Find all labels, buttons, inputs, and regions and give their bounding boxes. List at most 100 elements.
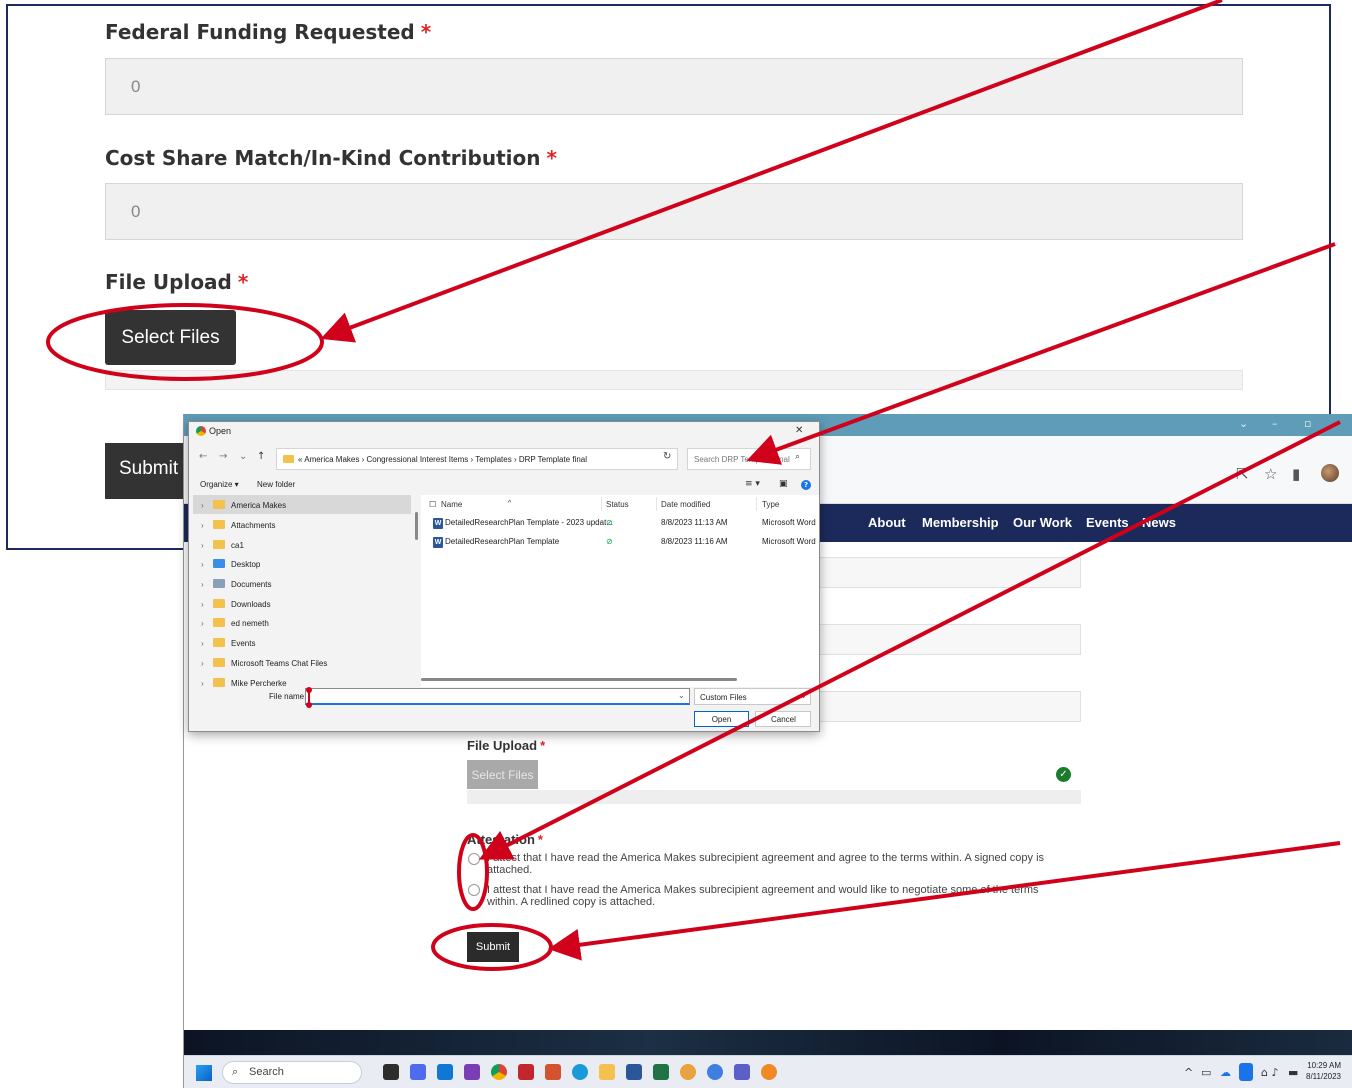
column-date-modified[interactable]: Date modified: [661, 495, 710, 513]
nav-our-work[interactable]: Our Work: [1013, 515, 1072, 530]
windows-taskbar: Search ⌕ ^ ▭ ☁ ⌂ ♪ ▬ 10:29 AM 8/11/2023: [184, 1055, 1352, 1088]
star-icon[interactable]: ☆: [1264, 465, 1277, 483]
search-icon: ⌕: [795, 452, 801, 462]
teams-icon[interactable]: [734, 1064, 750, 1080]
folder-icon: [213, 618, 225, 627]
chevron-right-icon: ›: [201, 560, 204, 569]
close-icon[interactable]: ✕: [795, 425, 803, 436]
taskbar-search[interactable]: Search: [222, 1061, 362, 1084]
file-name-label: File name:: [269, 692, 307, 701]
file-type: Microsoft Word: [762, 537, 816, 546]
file-type-select[interactable]: Custom Files: [694, 688, 811, 705]
folder-icon: [213, 540, 225, 549]
tree-item-desktop[interactable]: › Desktop: [193, 554, 411, 573]
network-volume-icon[interactable]: ⌂ ♪: [1261, 1066, 1279, 1079]
maximize-icon[interactable]: ▫: [1304, 417, 1311, 430]
tree-scrollbar[interactable]: [415, 512, 418, 540]
chrome-profile-icon[interactable]: [680, 1064, 696, 1080]
app-icon[interactable]: [707, 1064, 723, 1080]
microphone-icon[interactable]: [1239, 1063, 1253, 1081]
sidepanel-icon[interactable]: ▮: [1292, 465, 1300, 483]
task-view-icon[interactable]: [383, 1064, 399, 1080]
edge-icon[interactable]: [572, 1064, 588, 1080]
submit-button[interactable]: Submit: [467, 932, 519, 962]
column-name[interactable]: Name: [441, 495, 462, 513]
dialog-title-bar: Open ✕: [189, 422, 819, 440]
onedrive-icon[interactable]: ☁: [1220, 1066, 1231, 1079]
chevron-down-icon[interactable]: ⌄: [678, 691, 685, 700]
word-icon[interactable]: [626, 1064, 642, 1080]
chat-icon[interactable]: [410, 1064, 426, 1080]
outlook-icon[interactable]: [437, 1064, 453, 1080]
onenote-icon[interactable]: [464, 1064, 480, 1080]
federal-funding-label: Federal Funding Requested *: [105, 20, 432, 44]
select-files-button[interactable]: Select Files: [105, 310, 236, 365]
cancel-button[interactable]: Cancel: [755, 711, 811, 727]
forward-icon[interactable]: →: [219, 451, 227, 462]
chevron-down-icon[interactable]: ⌄: [800, 691, 807, 700]
preview-pane-icon[interactable]: ▣: [779, 479, 788, 489]
tree-item-teams-chat-files[interactable]: › Microsoft Teams Chat Files: [193, 653, 411, 672]
share-icon[interactable]: ⇱: [1236, 465, 1249, 483]
dialog-breadcrumb[interactable]: « America Makes › Congressional Interest…: [276, 448, 678, 470]
tree-item-label: Attachments: [231, 521, 276, 530]
tree-item-attachments[interactable]: › Attachments: [193, 515, 411, 534]
nav-news[interactable]: News: [1142, 515, 1176, 530]
tray-monitor-icon[interactable]: ▭: [1201, 1066, 1211, 1079]
column-type[interactable]: Type: [762, 495, 779, 513]
back-icon[interactable]: ←: [199, 451, 207, 462]
folder-icon: [213, 520, 225, 529]
file-name: DetailedResearchPlan Template - 2023 upd…: [445, 518, 613, 527]
column-separator: [756, 497, 757, 511]
attest-radio-agree[interactable]: [468, 853, 480, 865]
cost-share-input[interactable]: 0: [105, 183, 1243, 240]
tree-item-america-makes[interactable]: › America Makes: [193, 495, 411, 514]
file-explorer-icon[interactable]: [599, 1064, 615, 1080]
tree-item-events[interactable]: › Events: [193, 633, 411, 652]
chevron-down-icon[interactable]: ⌄: [1239, 417, 1248, 430]
file-row[interactable]: W DetailedResearchPlan Template ⊘ 8/8/20…: [431, 532, 817, 550]
breadcrumb-path: « America Makes › Congressional Interest…: [298, 455, 588, 464]
nav-membership[interactable]: Membership: [922, 515, 999, 530]
nav-events[interactable]: Events: [1086, 515, 1129, 530]
up-arrow-icon[interactable]: ↑: [257, 451, 265, 462]
file-name-input[interactable]: [305, 688, 690, 705]
chrome-icon[interactable]: [491, 1064, 507, 1080]
profile-avatar[interactable]: [1321, 464, 1339, 482]
tree-item-documents[interactable]: › Documents: [193, 574, 411, 593]
tree-item-label: Desktop: [231, 560, 261, 569]
open-button[interactable]: Open: [694, 711, 749, 727]
federal-funding-input[interactable]: 0: [105, 58, 1243, 115]
file-row[interactable]: W DetailedResearchPlan Template - 2023 u…: [431, 513, 817, 531]
app-icon[interactable]: [761, 1064, 777, 1080]
tree-item-ca1[interactable]: › ca1: [193, 535, 411, 554]
view-options-icon[interactable]: ≡ ▾: [745, 479, 760, 489]
column-status[interactable]: Status: [606, 495, 629, 513]
select-files-button-disabled[interactable]: Select Files: [467, 760, 538, 789]
powerpoint-icon[interactable]: [545, 1064, 561, 1080]
folder-icon: [213, 678, 225, 687]
organize-button[interactable]: Organize ▾: [200, 480, 239, 489]
acrobat-icon[interactable]: [518, 1064, 534, 1080]
minimize-icon[interactable]: –: [1272, 417, 1278, 430]
recent-chevron-icon[interactable]: ⌄: [239, 451, 247, 462]
file-upload-label: File Upload *: [467, 738, 546, 753]
attest-radio-negotiate[interactable]: [468, 884, 480, 896]
upload-progress-bar: [105, 370, 1243, 390]
select-all-checkbox[interactable]: ☐: [429, 495, 436, 513]
tree-item-downloads[interactable]: › Downloads: [193, 594, 411, 613]
nav-about[interactable]: About: [868, 515, 906, 530]
dialog-search-input[interactable]: Search DRP Template final: [687, 448, 811, 470]
battery-icon[interactable]: ▬: [1288, 1066, 1298, 1079]
tray-chevron-icon[interactable]: ^: [1184, 1066, 1193, 1079]
refresh-icon[interactable]: ↻: [663, 451, 671, 462]
new-folder-button[interactable]: New folder: [257, 480, 295, 489]
taskbar-clock[interactable]: 10:29 AM 8/11/2023: [1306, 1060, 1341, 1082]
clock-date: 8/11/2023: [1306, 1072, 1341, 1081]
windows-start-icon[interactable]: [196, 1065, 212, 1081]
excel-icon[interactable]: [653, 1064, 669, 1080]
tree-item-ed-nemeth[interactable]: › ed nemeth: [193, 613, 411, 632]
help-icon[interactable]: ?: [801, 480, 811, 490]
sort-chevron-icon: ^: [508, 500, 512, 507]
file-list-scrollbar[interactable]: [421, 678, 737, 681]
